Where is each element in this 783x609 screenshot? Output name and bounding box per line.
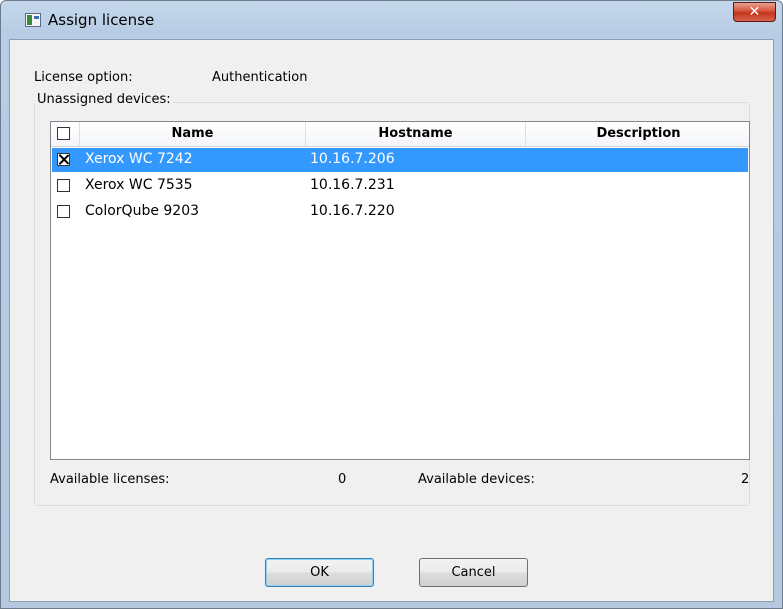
column-header-hostname[interactable]: Hostname bbox=[306, 122, 526, 146]
row-hostname: 10.16.7.231 bbox=[310, 177, 395, 193]
row-checkbox[interactable] bbox=[57, 205, 70, 218]
title-bar[interactable]: Assign license ✕ bbox=[1, 1, 782, 39]
header-select-all-cell bbox=[51, 122, 80, 146]
column-header-name[interactable]: Name bbox=[80, 122, 306, 146]
table-row[interactable]: Xerox WC 7242 10.16.7.206 bbox=[52, 148, 748, 172]
license-option-value: Authentication bbox=[212, 70, 308, 85]
row-name: Xerox WC 7535 bbox=[85, 177, 193, 193]
available-licenses-label: Available licenses: bbox=[50, 472, 170, 487]
list-header: Name Hostname Description bbox=[51, 122, 749, 147]
license-option-label: License option: bbox=[34, 70, 133, 85]
devices-list[interactable]: Name Hostname Description Xerox WC 7242 … bbox=[50, 121, 750, 460]
row-checkbox[interactable] bbox=[57, 179, 70, 192]
group-title: Unassigned devices: bbox=[35, 92, 173, 107]
available-devices-value: 2 bbox=[741, 472, 750, 487]
app-window-icon bbox=[25, 13, 41, 27]
ok-button[interactable]: OK bbox=[265, 558, 374, 587]
available-licenses-value: 0 bbox=[338, 472, 347, 487]
dialog-title: Assign license bbox=[48, 11, 155, 29]
available-devices-label: Available devices: bbox=[418, 472, 535, 487]
row-name: ColorQube 9203 bbox=[85, 203, 200, 219]
row-hostname: 10.16.7.206 bbox=[310, 151, 395, 167]
column-header-description[interactable]: Description bbox=[526, 122, 751, 146]
row-checkbox[interactable] bbox=[57, 153, 70, 166]
close-icon: ✕ bbox=[748, 4, 761, 20]
close-button[interactable]: ✕ bbox=[733, 2, 776, 22]
select-all-checkbox[interactable] bbox=[57, 127, 70, 140]
table-row[interactable]: ColorQube 9203 10.16.7.220 bbox=[52, 200, 748, 224]
table-row[interactable]: Xerox WC 7535 10.16.7.231 bbox=[52, 174, 748, 198]
cancel-button[interactable]: Cancel bbox=[419, 558, 528, 587]
row-hostname: 10.16.7.220 bbox=[310, 203, 395, 219]
row-name: Xerox WC 7242 bbox=[85, 151, 193, 167]
